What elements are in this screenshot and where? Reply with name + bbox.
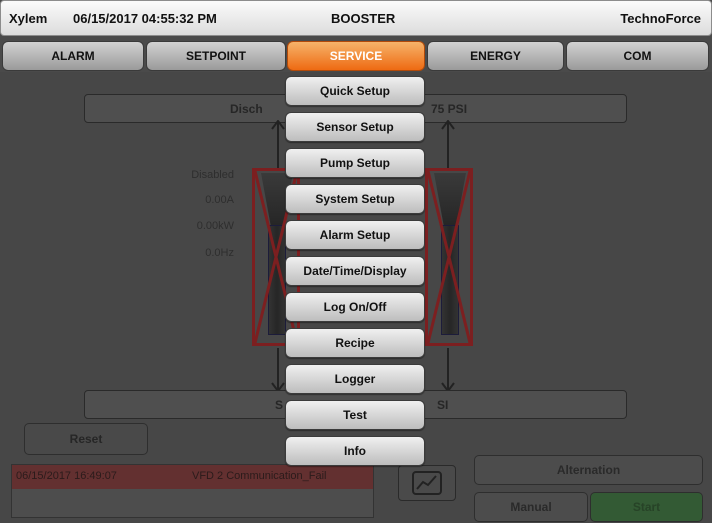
tab-com[interactable]: COM (566, 41, 709, 71)
alarm-log-panel: 06/15/2017 16:49:07 VFD 2 Communication_… (11, 464, 374, 518)
discharge-label-left: Disch (230, 102, 263, 116)
datetime-label: 06/15/2017 04:55:32 PM (73, 11, 217, 26)
suction-label-right: SI (437, 398, 449, 412)
menu-item-quick-setup[interactable]: Quick Setup (285, 76, 425, 106)
pump-state-text: Disabled (191, 169, 234, 181)
brand-label: Xylem (9, 11, 48, 26)
menu-item-date-time-display[interactable]: Date/Time/Display (285, 256, 425, 286)
menu-item-pump-setup[interactable]: Pump Setup (285, 148, 425, 178)
manual-button[interactable]: Manual (474, 492, 588, 522)
tab-setpoint[interactable]: SETPOINT (146, 41, 286, 71)
menu-item-recipe[interactable]: Recipe (285, 328, 425, 358)
menu-item-info[interactable]: Info (285, 436, 425, 466)
start-button[interactable]: Start (590, 492, 703, 522)
menu-item-system-setup[interactable]: System Setup (285, 184, 425, 214)
trend-chart-icon (412, 471, 442, 495)
trend-button[interactable] (398, 465, 456, 501)
main-tabs: ALARM SETPOINT SERVICE ENERGY COM (0, 41, 712, 71)
flow-down-arrow-left-icon (271, 348, 285, 392)
pump-frequency-text: 0.0Hz (205, 247, 234, 259)
alternation-button[interactable]: Alternation (474, 455, 703, 485)
alarm-row[interactable]: 06/15/2017 16:49:07 VFD 2 Communication_… (12, 465, 373, 489)
discharge-label-right: 75 PSI (431, 102, 468, 116)
header-bar: Xylem 06/15/2017 04:55:32 PM BOOSTER Tec… (0, 0, 712, 36)
alarm-timestamp: 06/15/2017 16:49:07 (16, 470, 117, 482)
suction-label-left: S (275, 398, 284, 412)
menu-item-alarm-setup[interactable]: Alarm Setup (285, 220, 425, 250)
menu-item-logger[interactable]: Logger (285, 364, 425, 394)
pump-2-icon[interactable] (425, 168, 473, 346)
company-label: TechnoForce (620, 11, 701, 26)
pump-current-text: 0.00A (205, 194, 234, 206)
tab-energy[interactable]: ENERGY (427, 41, 564, 71)
menu-item-log-on-off[interactable]: Log On/Off (285, 292, 425, 322)
tab-alarm[interactable]: ALARM (2, 41, 144, 71)
pump-power-text: 0.00kW (196, 220, 234, 232)
menu-item-test[interactable]: Test (285, 400, 425, 430)
menu-item-sensor-setup[interactable]: Sensor Setup (285, 112, 425, 142)
tab-service[interactable]: SERVICE (287, 41, 425, 71)
alarm-message: VFD 2 Communication_Fail (192, 470, 327, 482)
flow-up-arrow-left-icon (271, 120, 285, 168)
flow-up-arrow-right-icon (441, 120, 455, 168)
flow-down-arrow-right-icon (441, 348, 455, 392)
reset-button[interactable]: Reset (24, 423, 148, 455)
page-title: BOOSTER (331, 11, 396, 26)
